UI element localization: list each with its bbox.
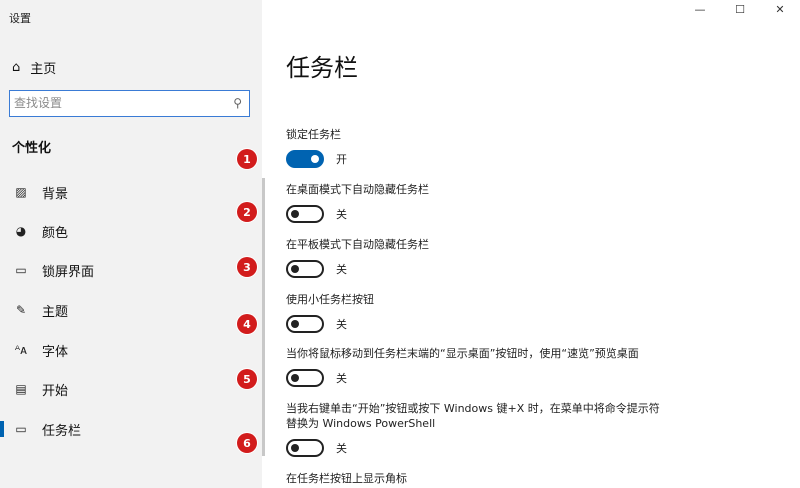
annotation-badge-3: 3 [237, 257, 257, 277]
peek-desktop-toggle[interactable] [286, 369, 324, 387]
setting-small-buttons: 使用小任务栏按钮 关 [286, 292, 766, 333]
toggle-state: 关 [336, 318, 347, 331]
sidebar-item-colors[interactable]: ◕ 颜色 [0, 214, 262, 248]
setting-autohide-tablet: 在平板模式下自动隐藏任务栏 关 [286, 237, 766, 278]
setting-label: 当你将鼠标移动到任务栏末端的“显示桌面”按钮时，使用“速览”预览桌面 [286, 347, 639, 360]
annotation-badge-2: 2 [237, 202, 257, 222]
picture-icon: ▨ [15, 185, 27, 199]
small-buttons-toggle[interactable] [286, 315, 324, 333]
lock-screen-icon: ▭ [15, 263, 27, 277]
setting-label: 在桌面模式下自动隐藏任务栏 [286, 183, 429, 196]
setting-powershell: 当我右键单击“开始”按钮或按下 Windows 键+X 时，在菜单中将命令提示符… [286, 401, 666, 457]
section-title: 个性化 [12, 141, 52, 156]
setting-lock-taskbar: 锁定任务栏 开 [286, 127, 766, 168]
palette-icon: ◕ [15, 224, 27, 238]
annotation-badge-6: 6 [237, 433, 257, 453]
sidebar-item-background[interactable]: ▨ 背景 [0, 175, 262, 209]
active-indicator [0, 421, 4, 437]
sidebar-item-label: 背景 [42, 186, 69, 202]
setting-label: 当我右键单击“开始”按钮或按下 Windows 键+X 时，在菜单中将命令提示符… [286, 402, 660, 430]
setting-label: 锁定任务栏 [286, 128, 341, 141]
setting-show-badges: 在任务栏按钮上显示角标 [286, 471, 766, 486]
toggle-state: 开 [336, 153, 347, 166]
annotation-badge-1: 1 [237, 149, 257, 169]
setting-label: 在任务栏按钮上显示角标 [286, 472, 407, 485]
sidebar-item-label: 锁屏界面 [42, 264, 95, 280]
sidebar-item-lock-screen[interactable]: ▭ 锁屏界面 [0, 253, 262, 287]
page-title: 任务栏 [286, 54, 358, 82]
sidebar-item-fonts[interactable]: ᴬᴀ 字体 [0, 333, 262, 367]
search-icon[interactable]: ⚲ [233, 96, 242, 110]
home-icon: ⌂ [12, 60, 21, 75]
search-box[interactable]: ⚲ [9, 90, 250, 117]
setting-label: 在平板模式下自动隐藏任务栏 [286, 238, 429, 251]
sidebar-scrollbar[interactable] [262, 178, 265, 456]
taskbar-icon: ▭ [15, 422, 27, 436]
window-title: 设置 [9, 12, 31, 25]
start-menu-icon: ▤ [15, 382, 27, 396]
sidebar-item-label: 字体 [42, 344, 69, 360]
autohide-desktop-toggle[interactable] [286, 205, 324, 223]
annotation-badge-4: 4 [237, 314, 257, 334]
close-button[interactable]: ✕ [762, 0, 798, 18]
sidebar-item-label: 颜色 [42, 225, 69, 241]
powershell-toggle[interactable] [286, 439, 324, 457]
toggle-state: 关 [336, 442, 347, 455]
toggle-state: 关 [336, 263, 347, 276]
nav-home-label: 主页 [30, 62, 57, 77]
nav-home[interactable]: ⌂ 主页 [12, 58, 56, 77]
toggle-state: 关 [336, 208, 347, 221]
sidebar-item-label: 主题 [42, 304, 69, 320]
sidebar-item-taskbar[interactable]: ▭ 任务栏 [0, 412, 262, 446]
sidebar-item-label: 任务栏 [42, 423, 82, 439]
font-icon: ᴬᴀ [14, 343, 28, 357]
sidebar-item-themes[interactable]: ✎ 主题 [0, 293, 262, 327]
sidebar: ⌂ 主页 ⚲ 个性化 ▨ 背景 ◕ 颜色 ▭ 锁屏界面 ✎ 主题 ᴬᴀ 字体 ▤… [0, 0, 262, 488]
theme-brush-icon: ✎ [15, 303, 27, 317]
setting-peek-desktop: 当你将鼠标移动到任务栏末端的“显示桌面”按钮时，使用“速览”预览桌面 关 [286, 346, 766, 387]
maximize-button[interactable]: ☐ [722, 0, 758, 18]
minimize-button[interactable]: — [682, 0, 718, 18]
sidebar-item-label: 开始 [42, 383, 69, 399]
autohide-tablet-toggle[interactable] [286, 260, 324, 278]
toggle-state: 关 [336, 372, 347, 385]
annotation-badge-5: 5 [237, 369, 257, 389]
setting-label: 使用小任务栏按钮 [286, 293, 374, 306]
sidebar-item-start[interactable]: ▤ 开始 [0, 372, 262, 406]
title-bar: 设置 — ☐ ✕ [0, 0, 800, 30]
search-input[interactable] [14, 93, 214, 113]
lock-taskbar-toggle[interactable] [286, 150, 324, 168]
setting-autohide-desktop: 在桌面模式下自动隐藏任务栏 关 [286, 182, 766, 223]
